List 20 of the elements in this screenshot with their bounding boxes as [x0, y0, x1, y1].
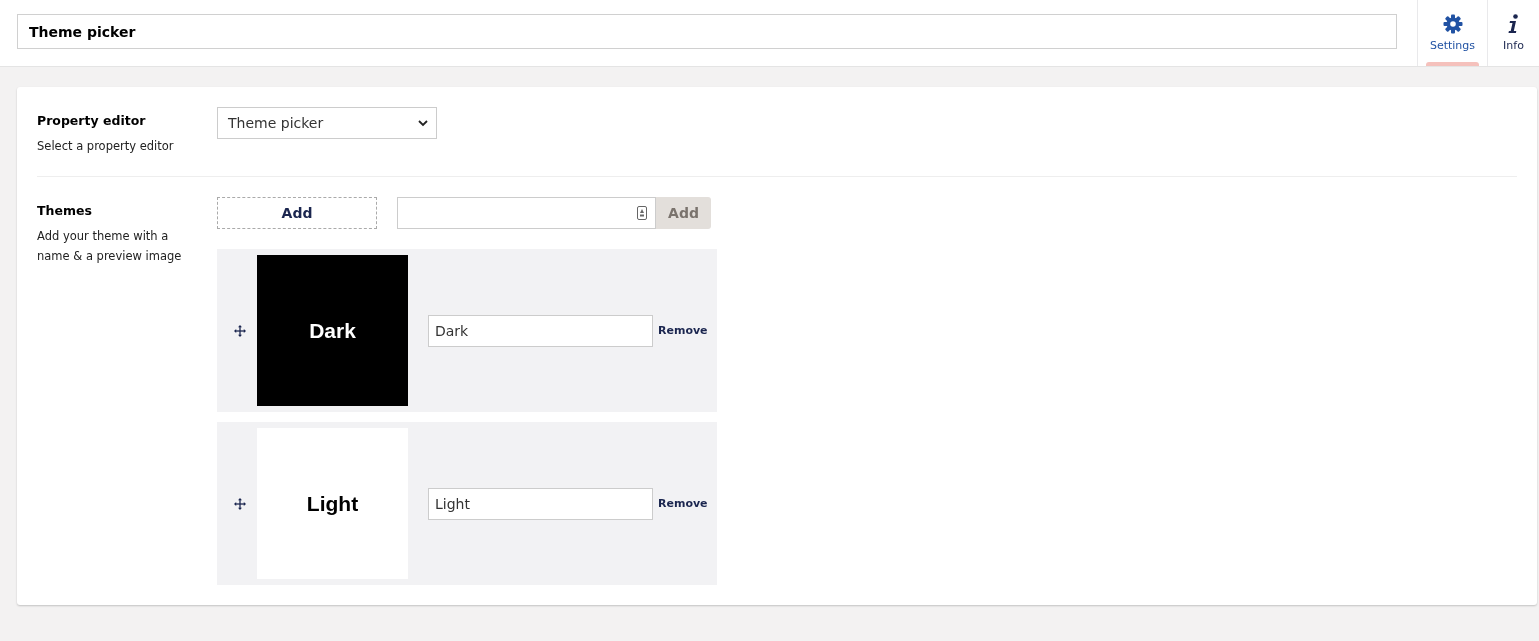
theme-name-field[interactable]: Dark: [428, 314, 653, 347]
property-editor-dropdown[interactable]: Theme picker: [217, 107, 437, 139]
preview-text: Light: [306, 491, 359, 516]
info-icon: [1507, 14, 1520, 34]
upload-icon: [637, 206, 647, 220]
theme-name-field[interactable]: Light: [428, 487, 653, 520]
settings-icon: [1442, 14, 1463, 34]
name-field[interactable]: Theme picker: [17, 14, 1397, 49]
preview-text: Dark: [309, 318, 356, 343]
property-description: Select a property editor: [37, 138, 175, 155]
remove-button[interactable]: Remove: [653, 324, 708, 337]
property-label: Themes: [37, 203, 93, 218]
property-label: Property editor: [37, 113, 147, 128]
property-description: Add your theme with a name & a preview image: [37, 228, 183, 265]
remove-button[interactable]: Remove: [653, 497, 708, 510]
move-icon: [234, 497, 246, 510]
add-button[interactable]: Add: [217, 197, 377, 229]
url-field[interactable]: [397, 197, 656, 229]
move-icon: [234, 324, 246, 337]
chevron-icon: [418, 119, 428, 127]
